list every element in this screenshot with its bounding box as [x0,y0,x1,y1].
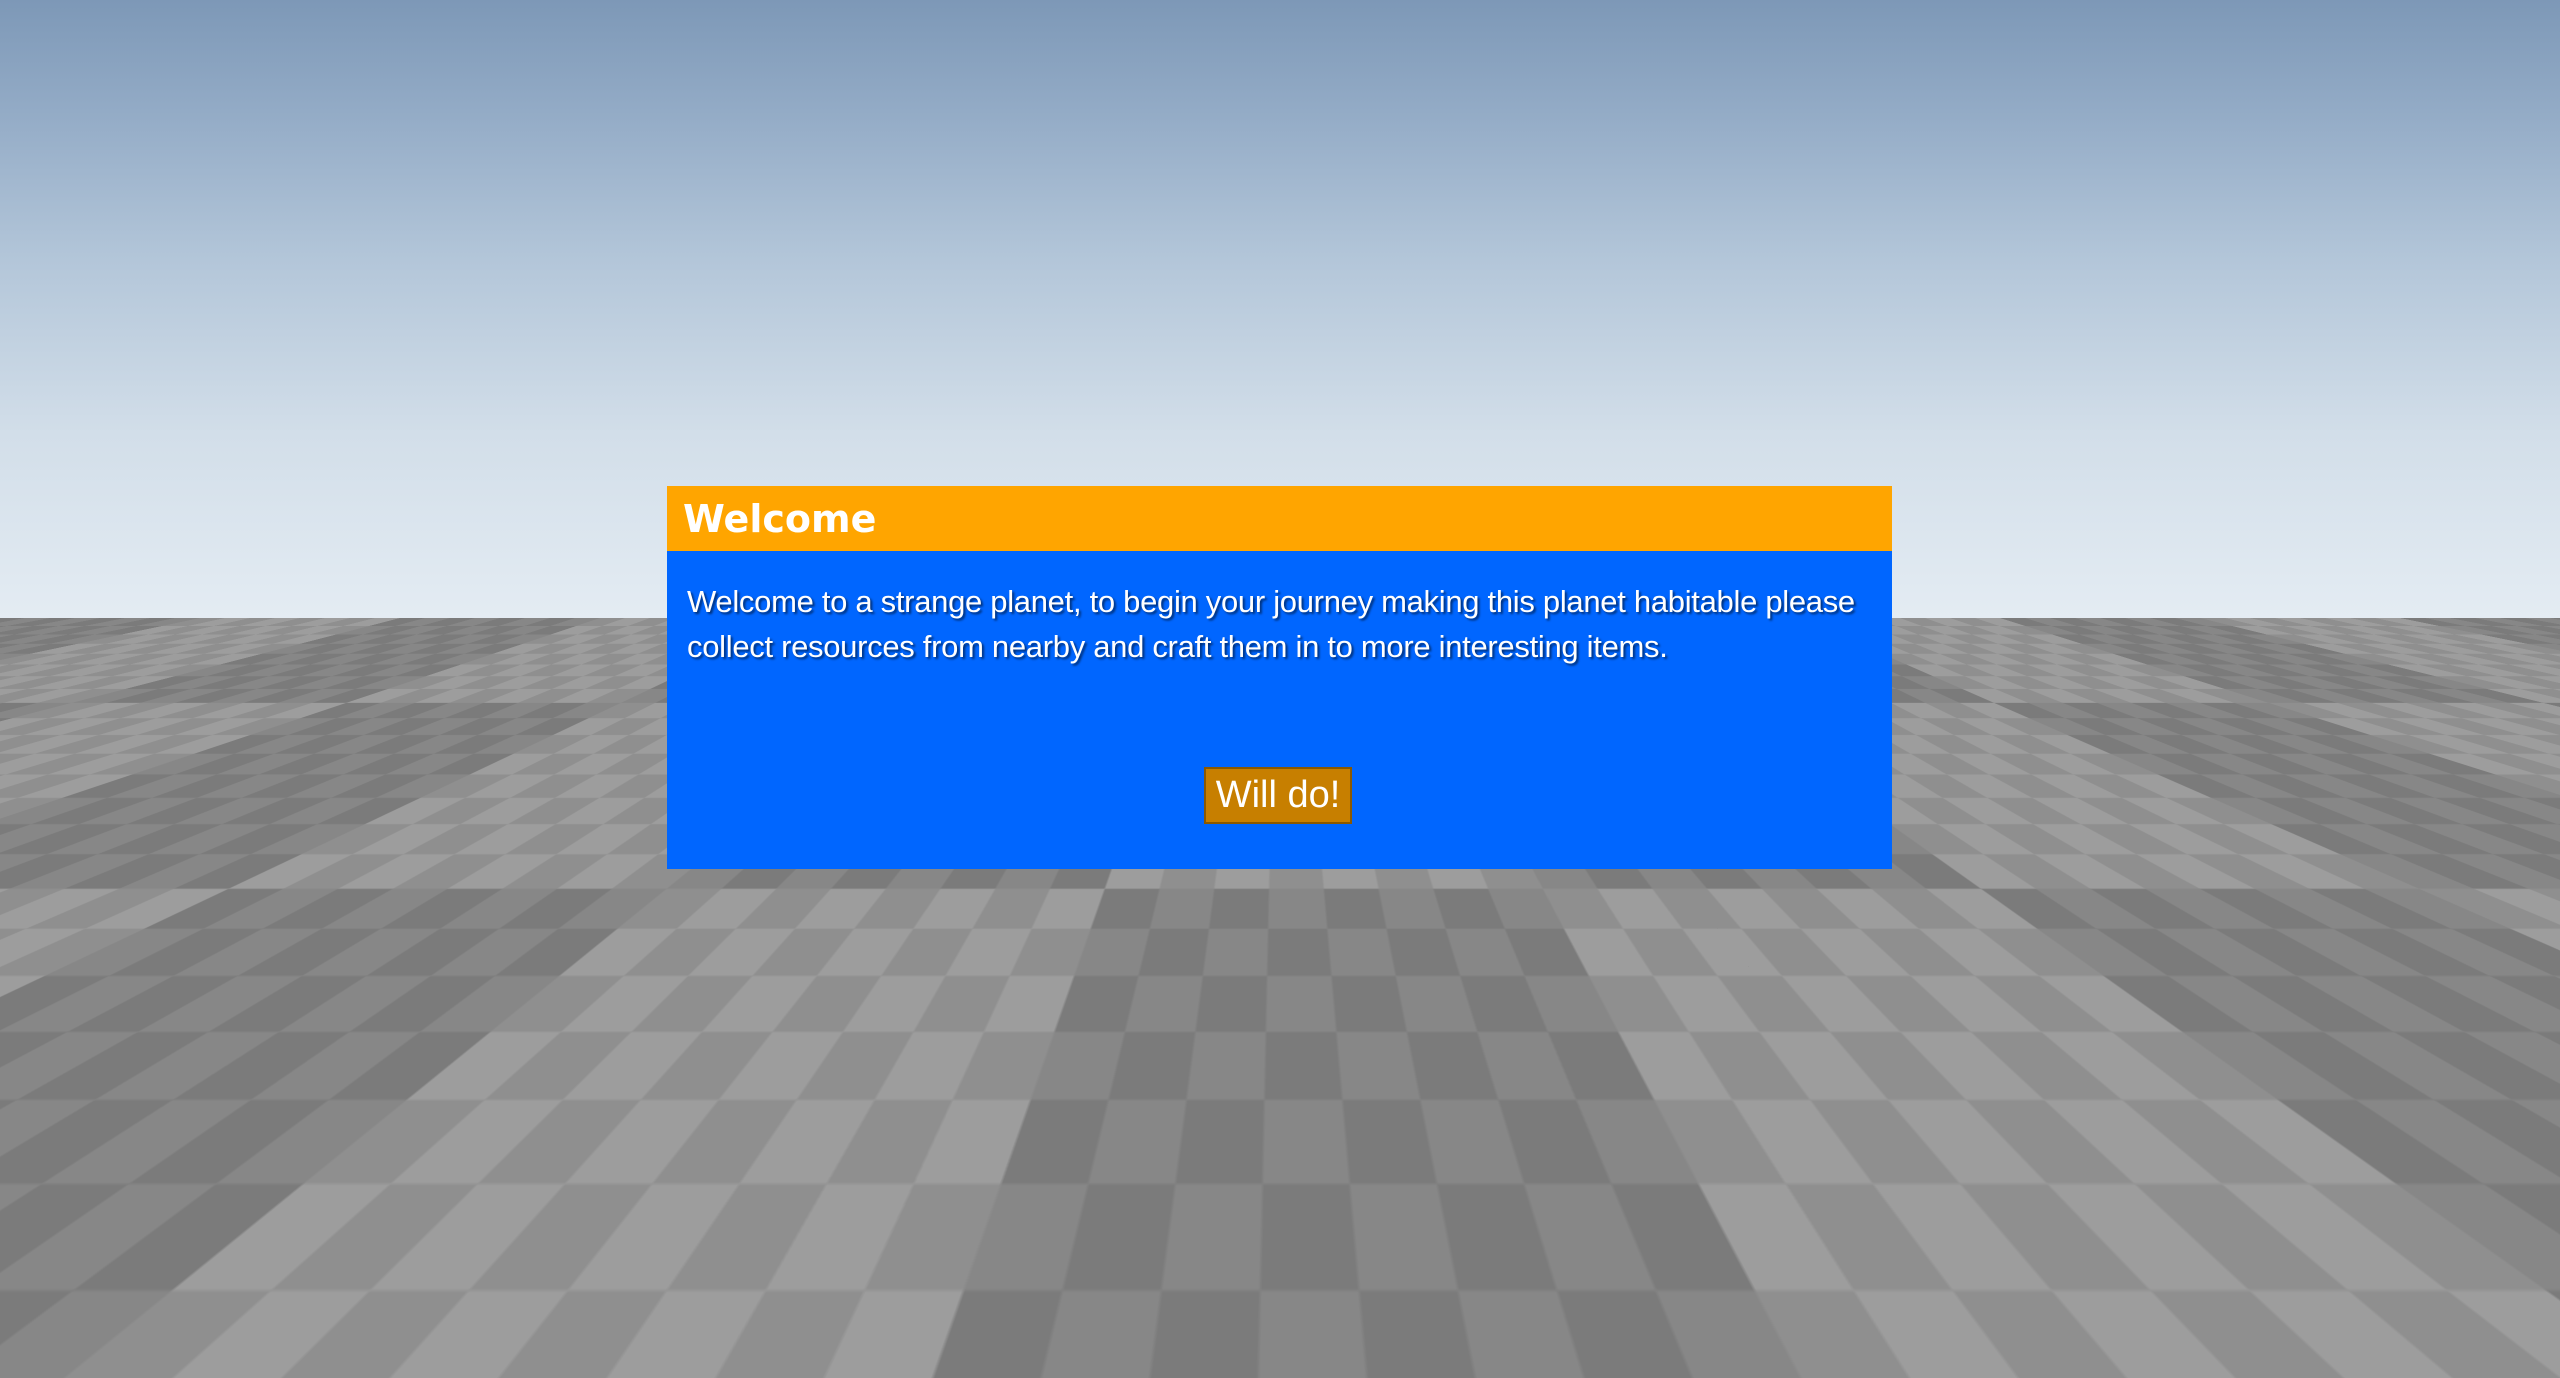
dialog-title: Welcome [683,496,877,541]
game-viewport: Welcome Welcome to a strange planet, to … [0,0,2560,1378]
will-do-button[interactable]: Will do! [1204,767,1352,824]
dialog-body: Welcome to a strange planet, to begin yo… [667,551,1892,669]
dialog-header: Welcome [667,486,1892,551]
dialog-message: Welcome to a strange planet, to begin yo… [687,584,1855,664]
welcome-dialog: Welcome Welcome to a strange planet, to … [667,486,1892,869]
